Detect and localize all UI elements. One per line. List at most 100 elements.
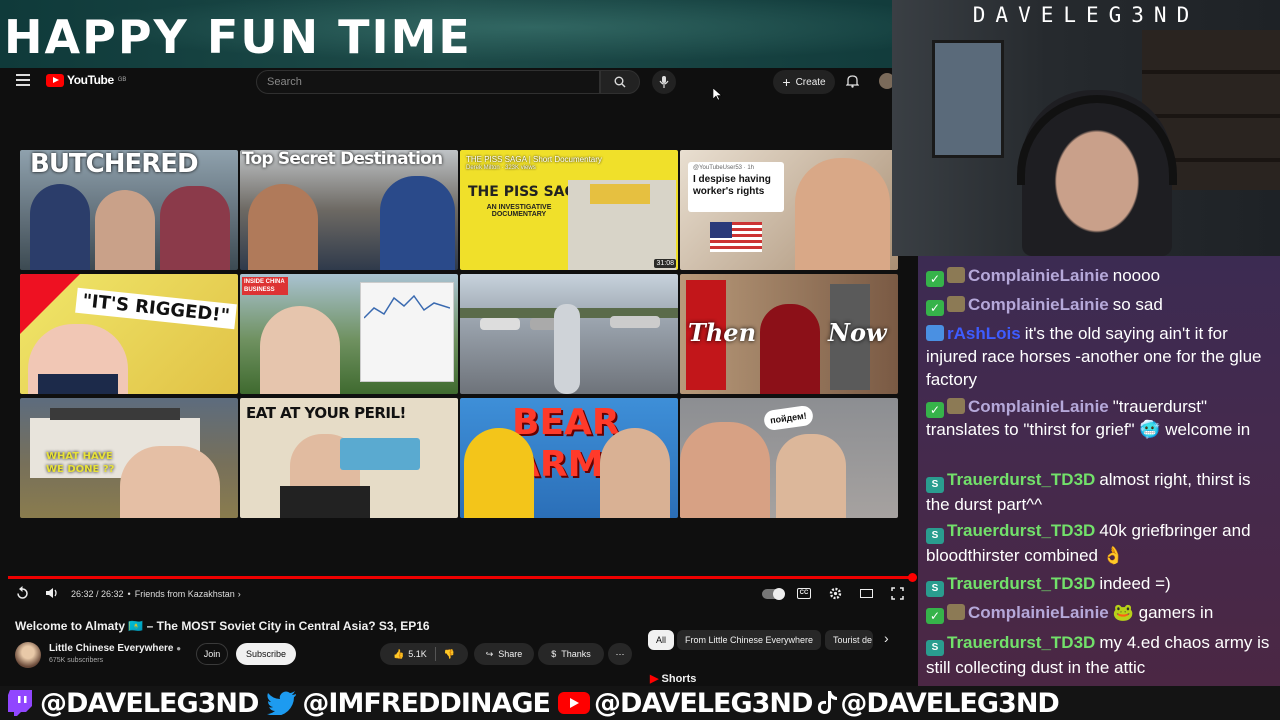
dot-separator: • (127, 589, 131, 599)
thumbnail-title: "IT'S RIGGED!" (75, 287, 237, 330)
chip-from-channel[interactable]: From Little Chinese Everywhere (677, 630, 822, 650)
subscribe-button[interactable]: Subscribe (236, 643, 296, 665)
video-thumbnail[interactable]: пойдем! (680, 398, 898, 518)
join-button[interactable]: Join (196, 643, 228, 665)
menu-icon[interactable] (16, 74, 30, 86)
poster (932, 40, 1004, 158)
theater-mode-icon[interactable] (860, 589, 873, 598)
thumbnail-title: EAT AT YOUR PERIL! (246, 404, 406, 422)
video-thumbnail[interactable]: @YouTubeUser53 · 1h I despise having wor… (680, 150, 898, 270)
check-badge-icon: ✓ (926, 300, 944, 316)
search-button[interactable] (600, 70, 640, 94)
avatar-badge-icon (947, 398, 965, 414)
divider (434, 647, 436, 661)
chat-text: indeed =) (1099, 574, 1171, 593)
progress-bar[interactable] (8, 576, 914, 579)
fullscreen-icon[interactable] (891, 587, 904, 600)
chat-username[interactable]: ComplainieLainie (968, 266, 1109, 285)
us-flag-icon (710, 222, 762, 252)
chat-message: ✓ ComplainieLainie noooo (926, 264, 1276, 287)
video-thumbnail[interactable] (460, 274, 678, 394)
chevron-right-icon: › (237, 589, 241, 599)
avatar-badge-icon (947, 296, 965, 312)
create-button[interactable]: + Create (773, 70, 835, 94)
time-text: 26:32 / 26:32 (71, 589, 124, 599)
captions-icon[interactable]: CC (797, 588, 811, 599)
chat-username[interactable]: Trauerdurst_TD3D (947, 574, 1095, 593)
chat-message: S Trauerdurst_TD3D 40k griefbringer and bl… (926, 519, 1276, 567)
search-icon (614, 76, 626, 88)
video-title: Welcome to Almaty 🇰🇿 – The MOST Soviet C… (15, 619, 430, 633)
like-dislike-group: 👍 5.1K 👎 (380, 643, 468, 665)
check-badge-icon: ✓ (926, 271, 944, 287)
channel-name-text: Little Chinese Everywhere (49, 643, 174, 654)
shorts-icon: ▶ (650, 673, 659, 685)
share-button[interactable]: ↪ Share (474, 643, 534, 665)
comment-handle: @YouTubeUser53 · 1h (693, 165, 755, 171)
video-thumbnail[interactable]: Top Secret Destination (240, 150, 458, 270)
verified-icon: ● (176, 644, 182, 653)
end-screen-grid: BUTCHERED Top Secret Destination THE PIS… (20, 150, 900, 522)
youtube-play-icon (46, 73, 64, 87)
settings-gear-icon[interactable] (829, 587, 842, 600)
chat-message: ✓ ComplainieLainie so sad (926, 293, 1276, 316)
chat-text: 🐸 gamers in (1112, 603, 1214, 622)
twitch-handle: @DAVELEG3ND (40, 687, 259, 719)
volume-icon[interactable] (45, 586, 59, 600)
chat-message: ✓ ComplainieLainie 🐸 gamers in (926, 601, 1276, 624)
video-thumbnail[interactable]: Then Now (680, 274, 898, 394)
moderator-badge-icon: S (926, 640, 944, 656)
notifications-bell-icon[interactable] (846, 74, 859, 88)
chip-tourist[interactable]: Tourist de (825, 630, 873, 650)
twitch-icon (4, 690, 36, 716)
chat-username[interactable]: ComplainieLainie (968, 397, 1109, 416)
replay-icon[interactable] (16, 586, 29, 600)
video-thumbnail[interactable]: "IT'S RIGGED!" (20, 274, 238, 394)
chapter-label[interactable]: Friends from Kazakhstan (135, 589, 235, 599)
chat-username[interactable]: Trauerdurst_TD3D (947, 521, 1095, 540)
thumbs-down-icon[interactable]: 👎 (444, 649, 455, 660)
share-icon: ↪ (485, 648, 494, 659)
moderator-badge-icon: S (926, 477, 944, 493)
chat-text: so sad (1112, 295, 1163, 314)
video-thumbnail[interactable]: BUTCHERED (20, 150, 238, 270)
youtube-logo-text: YouTube (67, 73, 114, 87)
comment-text: I despise having worker's rights (693, 174, 771, 197)
moderator-badge-icon: S (926, 528, 944, 544)
thumbnail-title-then: Then (688, 318, 757, 347)
thumbnail-meta-views: Derek Milton · 323K views (466, 165, 536, 171)
channel-avatar[interactable] (15, 642, 41, 668)
search-input[interactable]: Search (256, 70, 600, 94)
chat-username[interactable]: ComplainieLainie (968, 295, 1109, 314)
more-actions-button[interactable]: ⋯ (608, 643, 632, 665)
twitter-bird-icon (266, 690, 298, 716)
autoplay-toggle[interactable] (762, 588, 785, 600)
webcam-feed: DAVELEG3ND (892, 0, 1280, 256)
video-thumbnail[interactable]: THE PISS SAGA | Short Documentary Derek … (460, 150, 678, 270)
thumbnail-meta-title: THE PISS SAGA | Short Documentary (466, 155, 602, 164)
thanks-button[interactable]: $ Thanks (538, 643, 604, 665)
tiktok-handle: @DAVELEG3ND (840, 687, 1059, 719)
chat-message: S Trauerdurst_TD3D indeed =) (926, 572, 1276, 597)
video-thumbnail[interactable]: BEAR ARMS (460, 398, 678, 518)
progress-scrubber[interactable] (908, 573, 917, 582)
chat-username[interactable]: ComplainieLainie (968, 603, 1109, 622)
check-badge-icon: ✓ (926, 402, 944, 418)
video-thumbnail[interactable]: INSIDE CHINA BUSINESS (240, 274, 458, 394)
youtube-logo[interactable]: YouTube GB (46, 73, 126, 87)
chip-all[interactable]: All (648, 630, 675, 650)
stream-layout: HAPPY FUN TIME YouTube GB Search + Create (0, 0, 1280, 720)
voice-search-button[interactable] (652, 70, 676, 94)
like-button[interactable]: 👍 5.1K (393, 649, 427, 660)
chat-username[interactable]: Trauerdurst_TD3D (947, 633, 1095, 652)
chat-message: ✓ ComplainieLainie "trauerdurst" translate… (926, 395, 1276, 441)
banner-title: HAPPY FUN TIME (4, 10, 472, 64)
chat-username[interactable]: Trauerdurst_TD3D (947, 470, 1095, 489)
video-thumbnail[interactable]: EAT AT YOUR PERIL! (240, 398, 458, 518)
subscriber-count: 675K subscribers (49, 657, 104, 664)
chat-text: noooo (1112, 266, 1161, 285)
chips-next-icon[interactable]: › (884, 630, 889, 646)
video-thumbnail[interactable]: WHAT HAVE WE DONE ?? (20, 398, 238, 518)
channel-name[interactable]: Little Chinese Everywhere ● (49, 643, 181, 654)
chat-username[interactable]: rAshLois (947, 324, 1021, 343)
